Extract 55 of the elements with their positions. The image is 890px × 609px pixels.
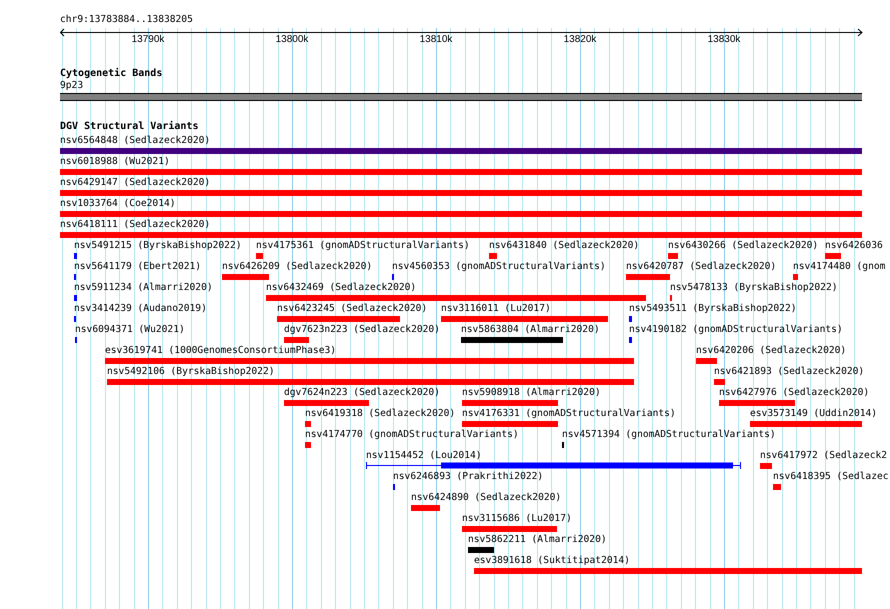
feature-label: nsv6423245 (Sedlazeck2020) (277, 303, 428, 315)
feature-label: nsv6564848 (Sedlazeck2020) (60, 135, 210, 147)
feature-label: nsv6429147 (Sedlazeck2020) (60, 177, 210, 189)
feature-label: nsv6246893 (Prakrithi2022) (393, 471, 544, 483)
feature-label: dgv7624n223 (Sedlazeck2020) (284, 387, 440, 399)
feature-label: nsv3116011 (Lu2017) (441, 303, 551, 315)
tick-label: 13800k (274, 34, 310, 46)
feature-label: nsv1154452 (Lou2014) (366, 450, 482, 462)
feature-label: nsv5908918 (Almarri2020) (462, 387, 601, 399)
feature-label: nsv5493511 (ByrskaBishop2022) (629, 303, 797, 315)
feature-label: nsv6094371 (Wu2021) (75, 324, 185, 336)
feature-label: nsv4175361 (gnomADStructuralVariants) (256, 240, 470, 252)
feature-label: dgv7623n223 (Sedlazeck2020) (284, 324, 440, 336)
feature-label: nsv6018988 (Wu2021) (60, 156, 170, 168)
feature-label: nsv5491215 (ByrskaBishop2022) (74, 240, 242, 252)
feature-label: nsv5641179 (Ebert2021) (74, 261, 202, 273)
track-title: Cytogenetic Bands (60, 68, 162, 80)
feature-label: nsv6430266 (Sedlazeck2020) (668, 240, 818, 252)
feature-label: nsv6418111 (Sedlazeck2020) (60, 219, 210, 231)
feature-label: esv3619741 (1000GenomesConsortiumPhase3) (105, 345, 336, 357)
tick-label: 13810k (418, 34, 454, 46)
feature-label: nsv1033764 (Coe2014) (60, 198, 176, 210)
tick-label: 13820k (562, 34, 598, 46)
feature-label: nsv6426209 (Sedlazeck2020) (222, 261, 372, 273)
feature-label: nsv4190182 (gnomADStructuralVariants) (629, 324, 843, 336)
feature-label: nsv5862211 (Almarri2020) (468, 534, 607, 546)
feature-label: nsv6417972 (Sedlazeck2 (760, 450, 888, 462)
feature-label: nsv3115686 (Lu2017) (462, 513, 572, 525)
feature-label: nsv5492106 (ByrskaBishop2022) (107, 366, 275, 378)
feature-label: nsv4174770 (gnomADStructuralVariants) (305, 429, 519, 441)
feature-label: esv3891618 (Suktitipat2014) (474, 555, 630, 567)
feature-label: nsv6419318 (Sedlazeck2020) (305, 408, 456, 420)
track-title: DGV Structural Variants (60, 121, 198, 133)
feature-label: nsv6427976 (Sedlazeck2020) (719, 387, 870, 399)
feature-label: nsv6420206 (Sedlazeck2020) (696, 345, 846, 357)
feature-label: nsv4174480 (gnom (793, 261, 886, 273)
feature-label: nsv4571394 (gnomADStructuralVariants) (562, 429, 776, 441)
feature-label: nsv3414239 (Audano2019) (74, 303, 207, 315)
band-label: 9p23 (60, 80, 84, 92)
feature-label: nsv6418395 (Sedlazec (773, 471, 889, 483)
feature-label: nsv5478133 (ByrskaBishop2022) (670, 282, 838, 294)
tick-label: 13830k (706, 34, 742, 46)
feature-label: nsv5911234 (Almarri2020) (74, 282, 213, 294)
location-label: chr9:13783884..13838205 (60, 14, 193, 26)
tick-label: 13790k (130, 34, 166, 46)
feature-label: nsv4176331 (gnomADStructuralVariants) (462, 408, 676, 420)
feature-label: nsv6424890 (Sedlazeck2020) (411, 492, 562, 504)
feature-label: nsv6426036 (825, 240, 883, 252)
feature-label: nsv6420787 (Sedlazeck2020) (626, 261, 776, 273)
feature-label: nsv4560353 (gnomADStructuralVariants) (392, 261, 606, 273)
feature-label: nsv6421893 (Sedlazeck2020) (714, 366, 864, 378)
feature-label: nsv5863804 (Almarri2020) (461, 324, 600, 336)
feature-label: nsv6431840 (Sedlazeck2020) (489, 240, 640, 252)
feature-label: nsv6432469 (Sedlazeck2020) (266, 282, 416, 294)
feature-label: esv3573149 (Uddin2014) (750, 408, 878, 420)
